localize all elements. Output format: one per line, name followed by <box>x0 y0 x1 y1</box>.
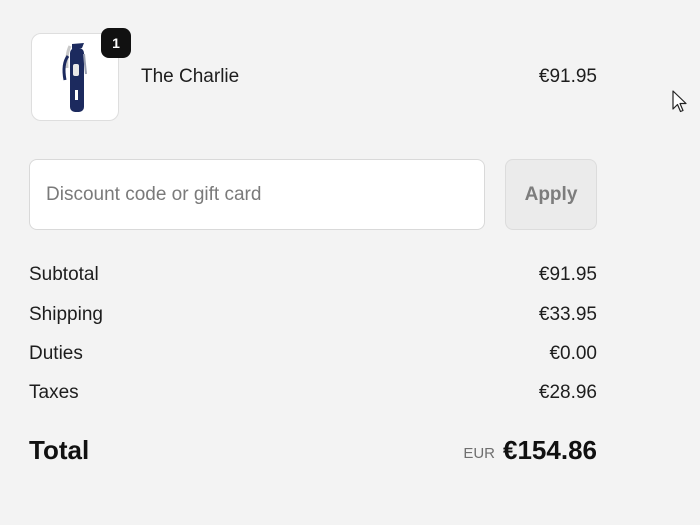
shipping-label: Shipping <box>29 304 103 325</box>
discount-code-input[interactable] <box>29 159 485 230</box>
product-name: The Charlie <box>141 66 240 87</box>
shipping-row: Shipping €33.95 <box>29 304 597 330</box>
currency-code: EUR <box>463 445 495 462</box>
total-row: Total EUR €154.86 <box>29 435 597 469</box>
taxes-value: €28.96 <box>538 382 597 403</box>
mouse-pointer-icon <box>672 90 687 113</box>
product-thumbnail: 1 <box>31 28 131 121</box>
total-label: Total <box>29 435 90 465</box>
shipping-value: €33.95 <box>538 304 597 325</box>
taxes-row: Taxes €28.96 <box>29 382 597 408</box>
duties-label: Duties <box>29 343 83 364</box>
cart-item: 1 The Charlie €91.95 <box>29 28 597 125</box>
product-price: €91.95 <box>538 66 597 87</box>
apply-discount-button[interactable]: Apply <box>505 159 597 230</box>
subtotal-label: Subtotal <box>29 264 99 285</box>
duties-row: Duties €0.00 <box>29 343 597 369</box>
order-summary: 1 The Charlie €91.95 Apply Subtotal €91.… <box>29 0 597 525</box>
quantity-badge: 1 <box>101 28 131 58</box>
total-amount: €154.86 <box>503 435 597 465</box>
duties-value: €0.00 <box>549 343 597 364</box>
subtotal-row: Subtotal €91.95 <box>29 264 597 290</box>
taxes-label: Taxes <box>29 382 79 403</box>
subtotal-value: €91.95 <box>538 264 597 285</box>
